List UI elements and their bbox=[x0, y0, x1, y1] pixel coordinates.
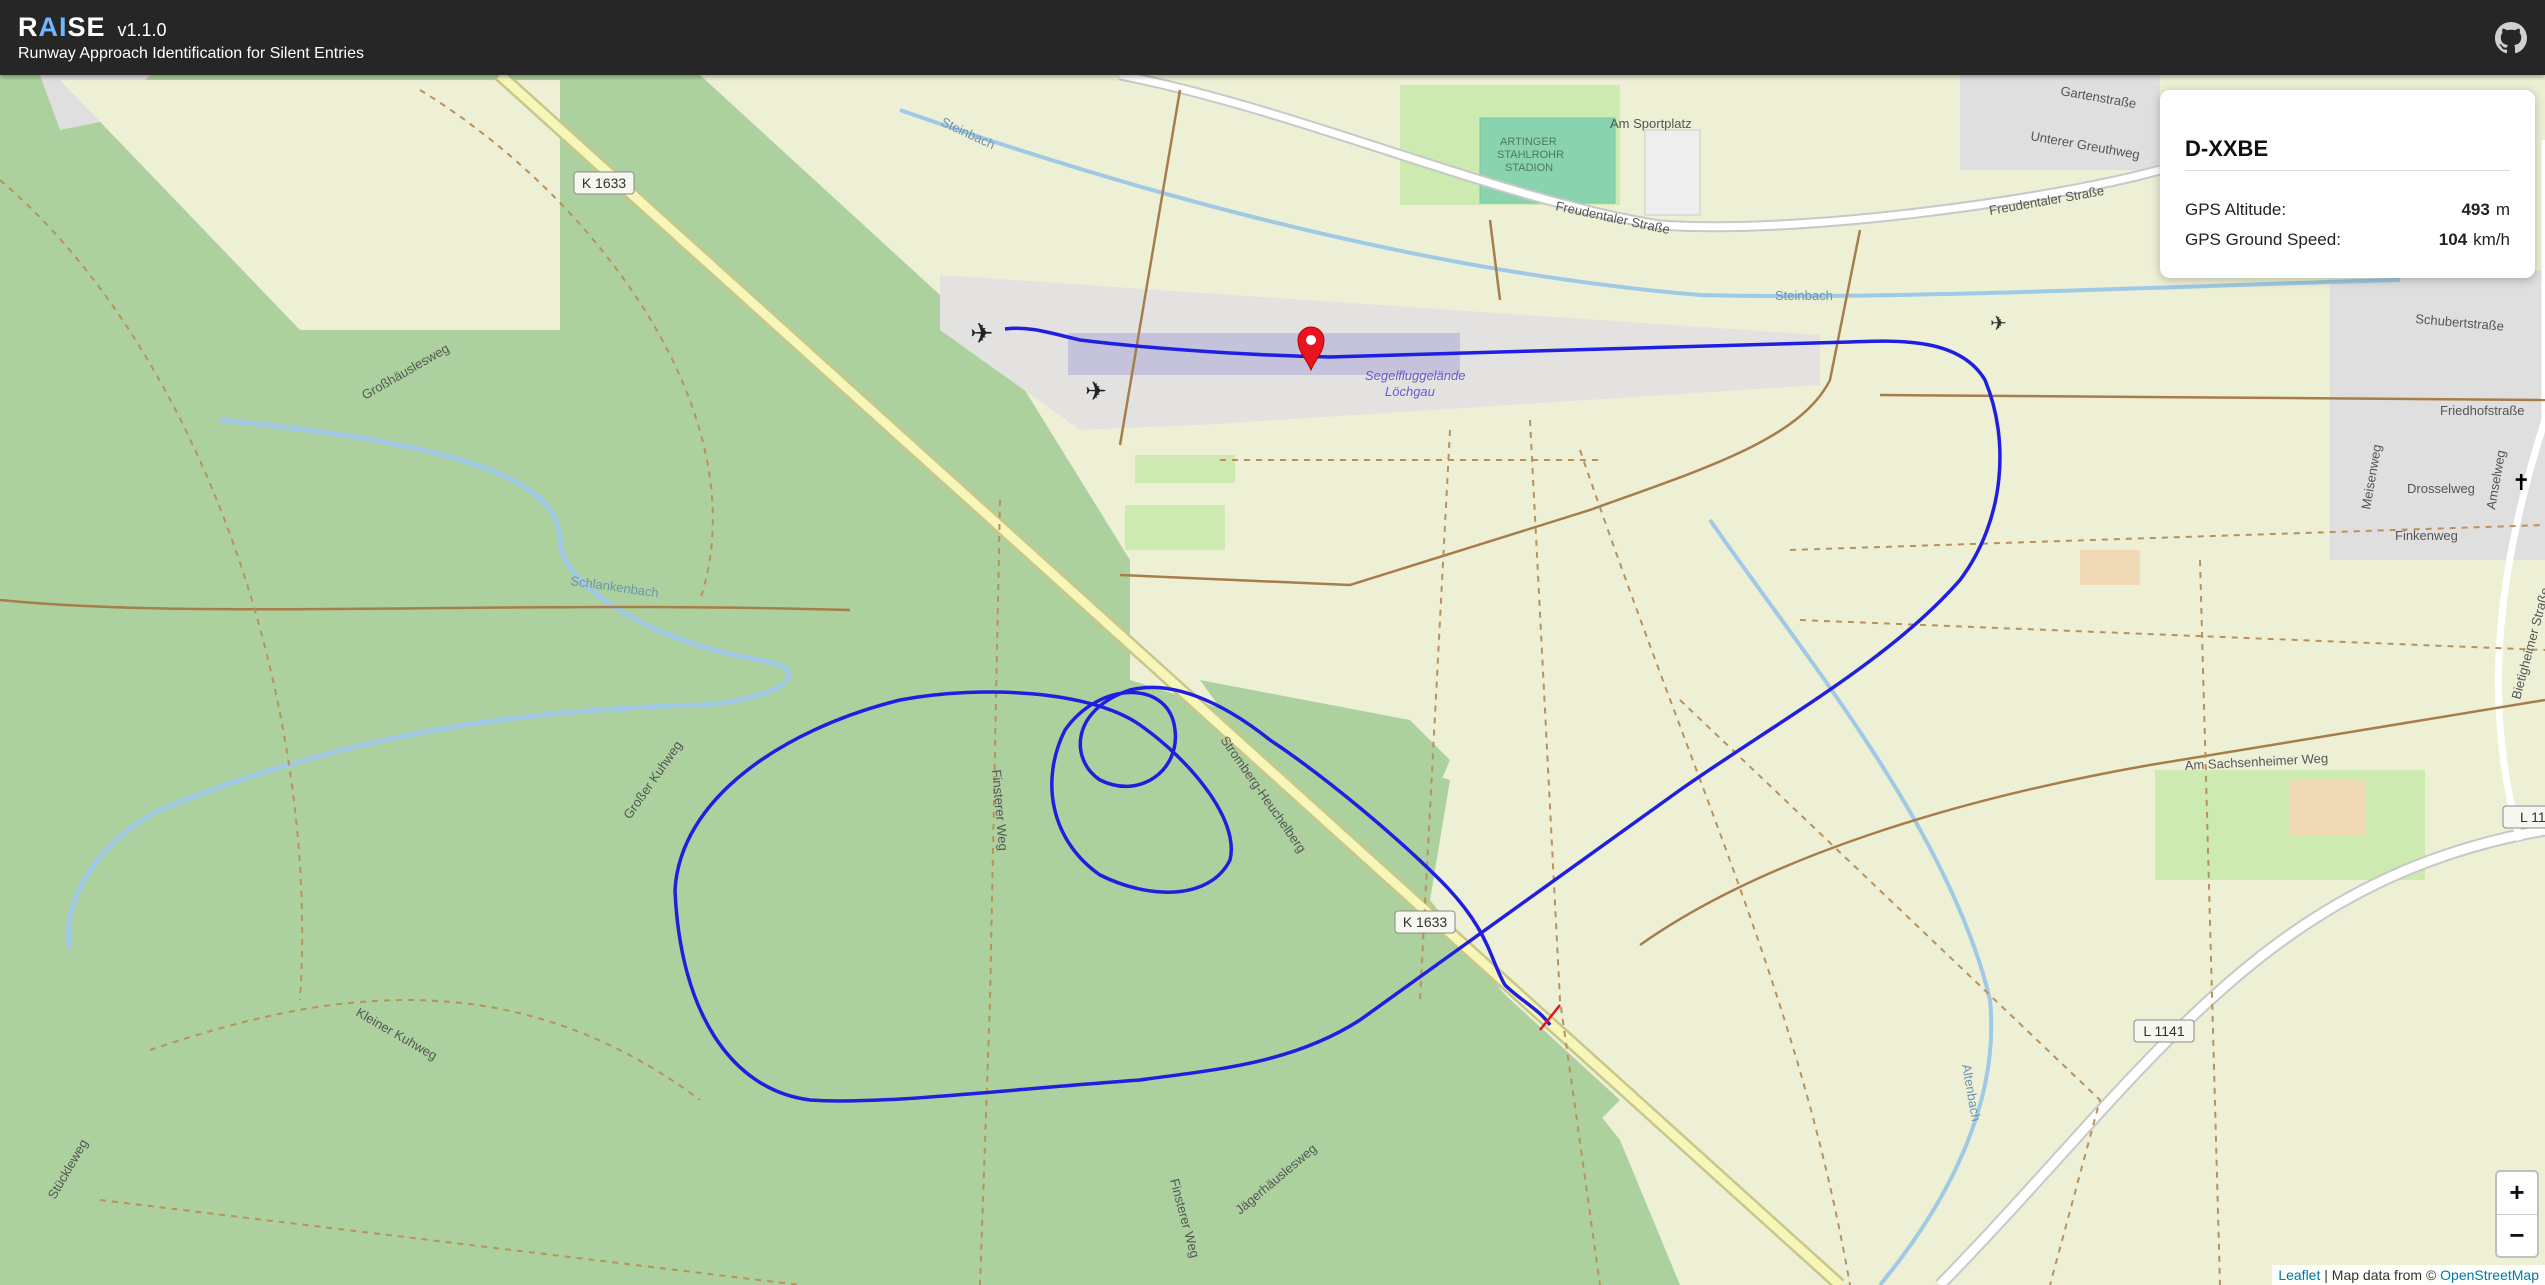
leaflet-link[interactable]: Leaflet bbox=[2278, 1267, 2320, 1283]
label-am-sportplatz: Am Sportplatz bbox=[1610, 116, 1692, 131]
label-drosselweg: Drosselweg bbox=[2407, 481, 2475, 496]
svg-text:L 1141: L 1141 bbox=[2143, 1023, 2184, 1039]
svg-text:L 110: L 110 bbox=[2520, 809, 2545, 825]
road-badge-l110: L 110 bbox=[2502, 805, 2545, 829]
label-steinbach-2: Steinbach bbox=[1775, 288, 1833, 303]
altitude-label: GPS Altitude: bbox=[2185, 200, 2287, 219]
aircraft-info-card: D-XXBE GPS Altitude: 493 m GPS Ground Spe… bbox=[2160, 90, 2535, 278]
svg-text:K 1633: K 1633 bbox=[1403, 914, 1448, 930]
map-attribution: Leaflet | Map data from © OpenStreetMap bbox=[2272, 1265, 2545, 1285]
svg-text:K 1633: K 1633 bbox=[582, 175, 627, 191]
stadium-label-2: STAHLROHR bbox=[1497, 149, 1564, 161]
altitude-unit: m bbox=[2495, 200, 2510, 219]
card-divider bbox=[2185, 170, 2510, 171]
altitude-row: GPS Altitude: 493 m bbox=[2185, 200, 2510, 220]
label-finkenweg: Finkenweg bbox=[2395, 528, 2458, 543]
app-subtitle: Runway Approach Identification for Silen… bbox=[18, 45, 364, 62]
parking-lot bbox=[1644, 129, 1701, 216]
stadium-label-3: STADION bbox=[1505, 162, 1553, 174]
road-badge-k1633-a: K 1633 bbox=[573, 171, 635, 195]
altitude-value: 493 bbox=[2461, 200, 2490, 219]
aircraft-registration: D-XXBE bbox=[2185, 136, 2269, 161]
airfield-label-1: Segelfluggelände bbox=[1365, 368, 1465, 383]
stadium-label-1: ARTINGER bbox=[1500, 136, 1557, 148]
zoom-in-button[interactable]: + bbox=[2497, 1172, 2537, 1215]
app-version: v1.1.0 bbox=[117, 20, 167, 40]
glider-icon: ✈ bbox=[970, 318, 993, 349]
app-brand: RAISE v1.1.0 bbox=[18, 12, 167, 42]
glider-icon-2: ✈ bbox=[1085, 376, 1107, 406]
map-marker-glyph: ✈ bbox=[1990, 313, 2007, 335]
road-badge-l1141: L 1141 bbox=[2133, 1019, 2195, 1043]
speed-unit: km/h bbox=[2473, 230, 2510, 249]
zoom-out-button[interactable]: − bbox=[2497, 1215, 2537, 1257]
github-icon[interactable] bbox=[2495, 22, 2527, 54]
zoom-control: + − bbox=[2495, 1170, 2539, 1258]
app-header: RAISE v1.1.0 Runway Approach Identificati… bbox=[0, 0, 2545, 75]
speed-value: 104 bbox=[2438, 230, 2468, 249]
church-icon: ✝ bbox=[2512, 470, 2530, 495]
road-badge-k1633-b: K 1633 bbox=[1394, 910, 1456, 934]
speed-row: GPS Ground Speed: 104 km/h bbox=[2185, 230, 2510, 250]
osm-link[interactable]: OpenStreetMap bbox=[2440, 1267, 2539, 1283]
label-friedhofstrasse: Friedhofstraße bbox=[2440, 403, 2525, 418]
speed-label: GPS Ground Speed: bbox=[2185, 230, 2341, 249]
airfield-label-2: Löchgau bbox=[1385, 384, 1435, 399]
